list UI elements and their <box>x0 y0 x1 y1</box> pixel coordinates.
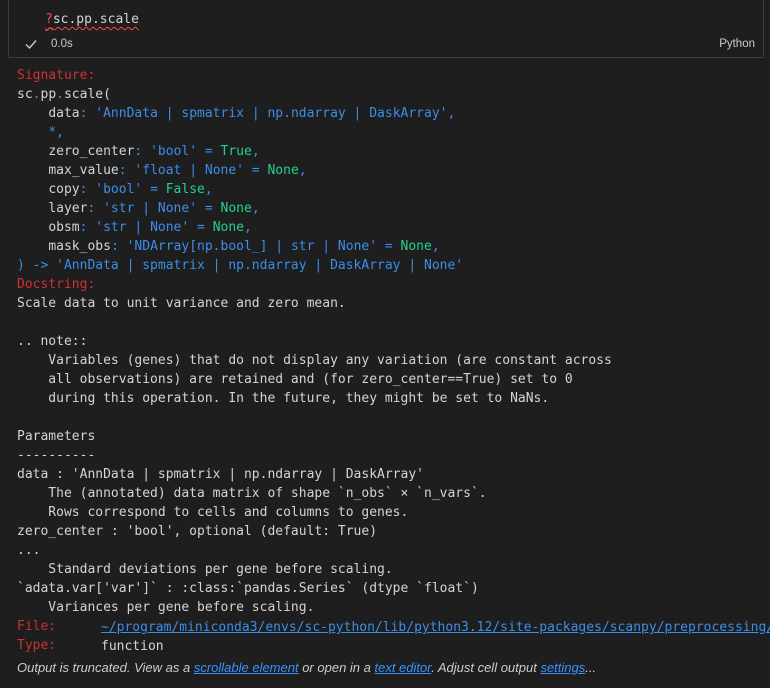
docstring-line: during this operation. In the future, th… <box>17 391 550 406</box>
signature-param: max_value: 'float | None' = None, <box>48 163 307 178</box>
signature-return: ) -> 'AnnData | spmatrix | np.ndarray | … <box>17 258 464 273</box>
signature-params: data: 'AnnData | spmatrix | np.ndarray |… <box>17 104 767 256</box>
docstring-line: .. note:: <box>17 334 88 349</box>
execution-time: 0.0s <box>51 38 73 50</box>
docstring-line: ... <box>17 543 41 558</box>
footer-text: Output is truncated. View as a <box>17 660 194 675</box>
scrollable-element-link[interactable]: scrollable element <box>194 660 299 675</box>
file-path-link[interactable]: ~/program/miniconda3/envs/sc-python/lib/… <box>101 618 770 637</box>
type-label: Type: <box>17 638 57 653</box>
cell-output: Signature: sc.pp.scale( data: 'AnnData |… <box>17 66 767 655</box>
check-icon <box>25 40 37 50</box>
docstring-line <box>17 408 767 427</box>
file-label: File: <box>17 619 57 634</box>
code-text: sc.pp.scale <box>52 12 139 27</box>
docstring-line: data : 'AnnData | spmatrix | np.ndarray … <box>17 467 424 482</box>
docstring-line <box>17 313 767 332</box>
docstring-line: Parameters <box>17 429 96 444</box>
docstring-label: Docstring: <box>17 277 96 292</box>
docstring-line: all observations) are retained and (for … <box>17 372 573 387</box>
output-truncated-notice: Output is truncated. View as a scrollabl… <box>17 660 596 675</box>
text-editor-link[interactable]: text editor <box>374 660 431 675</box>
signature-param: *, <box>48 125 64 140</box>
signature-param: layer: 'str | None' = None, <box>48 201 260 216</box>
footer-text: . Adjust cell output <box>431 660 541 675</box>
code-editor-line[interactable]: ?sc.pp.scale <box>45 12 139 27</box>
docstring-line: Variances per gene before scaling. <box>17 600 315 615</box>
docstring-line: `adata.var['var']` : :class:`pandas.Seri… <box>17 581 479 596</box>
docstring-line: Scale data to unit variance and zero mea… <box>17 296 346 311</box>
notebook-code-cell[interactable]: ?sc.pp.scale 0.0s Python <box>8 0 764 58</box>
signature-param: copy: 'bool' = False, <box>48 182 213 197</box>
signature-param: mask_obs: 'NDArray[np.bool_] | str | Non… <box>48 239 440 254</box>
docstring-line: Variables (genes) that do not display an… <box>17 353 612 368</box>
footer-text: or open in a <box>298 660 375 675</box>
docstring-line: ---------- <box>17 448 96 463</box>
docstring-line: zero_center : 'bool', optional (default:… <box>17 524 378 539</box>
type-value: function <box>101 639 164 654</box>
signature-label: Signature: <box>17 68 96 83</box>
docstring-body: Scale data to unit variance and zero mea… <box>17 294 767 617</box>
help-operator: ? <box>45 12 53 27</box>
docstring-line: Rows correspond to cells and columns to … <box>17 505 409 520</box>
docstring-line: The (annotated) data matrix of shape `n_… <box>17 486 487 501</box>
signature-param: obsm: 'str | None' = None, <box>48 220 252 235</box>
docstring-line: Standard deviations per gene before scal… <box>17 562 393 577</box>
signature-param: zero_center: 'bool' = True, <box>48 144 260 159</box>
cell-language-selector[interactable]: Python <box>719 38 755 50</box>
signature-func-name: sc.pp.scale( <box>17 87 111 102</box>
settings-link[interactable]: settings <box>540 660 585 675</box>
signature-param: data: 'AnnData | spmatrix | np.ndarray |… <box>48 106 456 121</box>
footer-text: ... <box>585 660 597 675</box>
